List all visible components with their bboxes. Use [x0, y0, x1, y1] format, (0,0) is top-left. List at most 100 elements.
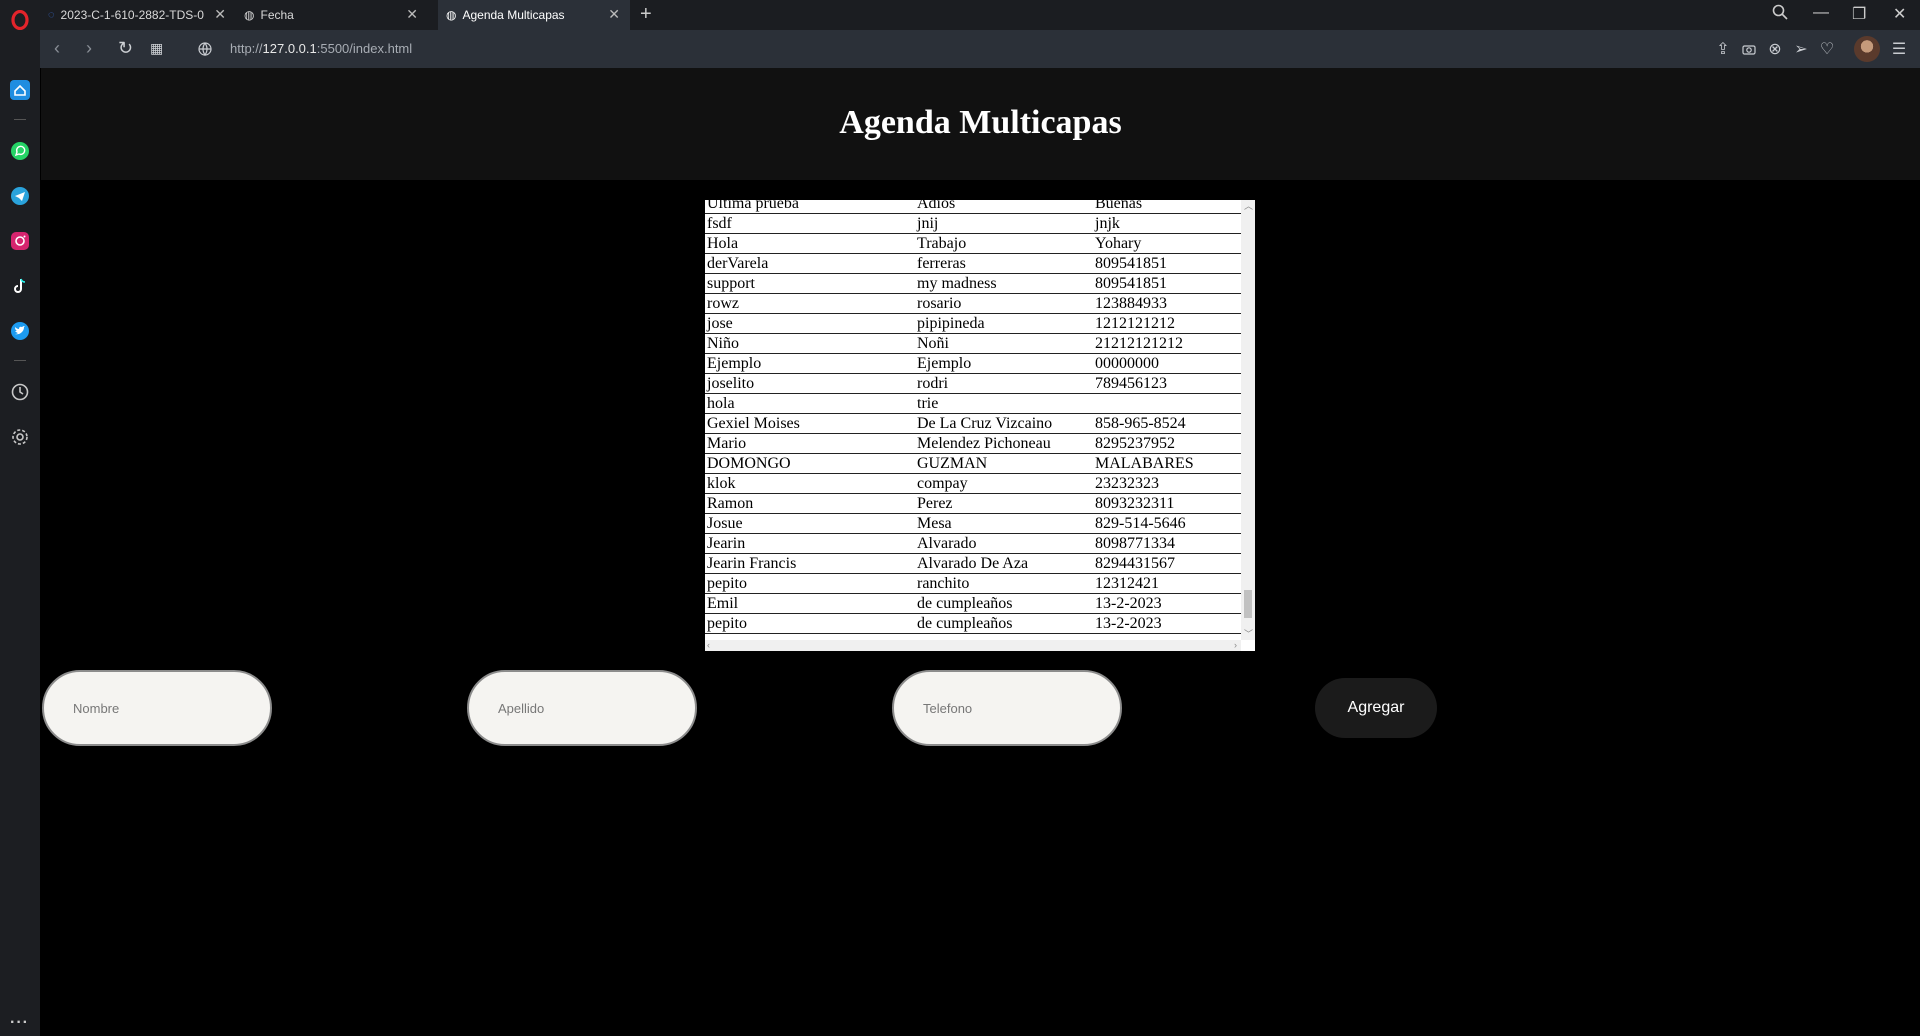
twitter-icon[interactable] [8, 319, 32, 343]
apellido-cell: ranchito [917, 575, 970, 592]
globe-icon[interactable] [195, 39, 215, 59]
scroll-up-icon[interactable]: ︿ [1244, 202, 1253, 211]
table-row: Ultima prueba Adios Buenas [705, 200, 1241, 214]
apellido-cell: de cumpleaños [917, 595, 1013, 612]
telefono-cell: 8295237952 [1095, 435, 1175, 452]
apellido-cell: GUZMAN [917, 455, 988, 472]
close-tab-icon[interactable]: ✕ [406, 7, 418, 21]
telefono-cell: 12312421 [1095, 575, 1159, 592]
nombre-cell: Gexiel Moises [707, 415, 800, 432]
url-field[interactable]: http://127.0.0.1:5500/index.html [230, 41, 412, 56]
telefono-cell: 8093232311 [1095, 495, 1175, 512]
nombre-cell: Mario [707, 435, 747, 452]
telefono-cell: 1212121212 [1095, 315, 1175, 332]
telefono-input[interactable] [892, 670, 1122, 746]
tab-3-active[interactable]: ◍ Agenda Multicapas ✕ [438, 0, 630, 30]
telefono-cell: 829-514-5646 [1095, 515, 1186, 532]
url-prefix: http:// [230, 41, 263, 56]
table-row: Emil de cumpleaños 13-2-2023 [705, 594, 1241, 614]
minimize-button[interactable]: — [1813, 4, 1829, 22]
agregar-button[interactable]: Agregar [1315, 678, 1437, 738]
history-icon[interactable] [8, 380, 32, 404]
apellido-cell: Adios [917, 200, 956, 212]
telegram-icon[interactable] [8, 184, 32, 208]
table-row: Josue Mesa 829-514-5646 [705, 514, 1241, 534]
close-window-button[interactable]: ✕ [1893, 4, 1906, 24]
nombre-cell: rowz [707, 295, 739, 312]
scroll-left-icon[interactable]: ‹ [707, 641, 710, 650]
telefono-cell: 123884933 [1095, 295, 1167, 312]
nombre-cell: pepito [707, 575, 747, 592]
scrollbar-thumb[interactable] [1244, 590, 1252, 618]
speed-dial-icon[interactable]: ▦ [150, 39, 163, 57]
nombre-cell: Jearin [707, 535, 746, 552]
telefono-cell: Buenas [1095, 200, 1143, 212]
back-button[interactable]: ‹ [54, 39, 60, 57]
page-header: Agenda Multicapas [41, 68, 1920, 180]
telefono-cell: 13-2-2023 [1095, 615, 1162, 632]
tab-1[interactable]: ◌ 2023-C-1-610-2882-TDS-0 ✕ [40, 0, 236, 30]
apellido-cell: De La Cruz Vizcaino [917, 415, 1053, 432]
contacts-table-scroll[interactable]: Ultima prueba Adios Buenas fsdf jnij jnjk Hola… [705, 200, 1255, 651]
home-icon[interactable] [8, 78, 32, 102]
adblock-icon[interactable]: ⊗ [1765, 39, 1785, 59]
scroll-down-icon[interactable]: ﹀ [1244, 630, 1253, 639]
tab-title: Agenda Multicapas [462, 8, 565, 22]
avatar[interactable] [1854, 36, 1880, 62]
easy-setup-icon[interactable]: ☰ [1889, 39, 1909, 59]
url-host: 127.0.0.1 [262, 41, 317, 56]
apellido-cell: de cumpleaños [917, 615, 1013, 632]
table-row: Ramon Perez 8093232311 [705, 494, 1241, 514]
nombre-cell: fsdf [707, 215, 732, 232]
table-row: Niño Noñi 21212121212 [705, 334, 1241, 354]
nombre-cell: hola [707, 395, 735, 412]
telefono-cell: 00000000 [1095, 355, 1159, 372]
opera-sidebar: ··· [0, 0, 41, 1036]
apellido-cell: Ejemplo [917, 355, 972, 372]
heart-icon[interactable]: ♡ [1817, 39, 1837, 59]
table-row: Gexiel Moises De La Cruz Vizcaino 858-965-… [705, 414, 1241, 434]
restore-button[interactable]: ❐ [1852, 4, 1866, 24]
page-content: Agenda Multicapas Ultima prueba Adios Buen… [41, 68, 1920, 1036]
instagram-icon[interactable] [8, 229, 32, 253]
close-tab-icon[interactable]: ✕ [608, 7, 620, 21]
new-tab-button[interactable]: + [640, 4, 652, 24]
telefono-cell: 23232323 [1095, 475, 1159, 492]
horizontal-scrollbar[interactable]: ‹ › [705, 640, 1241, 651]
opera-logo-icon[interactable] [8, 8, 32, 32]
more-options-icon[interactable]: ··· [10, 1014, 29, 1032]
send-icon[interactable]: ➢ [1791, 39, 1811, 59]
camera-icon[interactable] [1739, 39, 1759, 59]
table-row: fsdf jnij jnjk [705, 214, 1241, 234]
vertical-scrollbar[interactable]: ︿ ﹀ [1241, 200, 1255, 640]
apellido-cell: pipipineda [917, 315, 985, 332]
nombre-input[interactable] [42, 670, 272, 746]
nombre-cell: joselito [707, 375, 755, 392]
table-row: support my madness 809541851 [705, 274, 1241, 294]
forward-button[interactable]: › [86, 39, 92, 57]
telefono-cell: 13-2-2023 [1095, 595, 1162, 612]
settings-icon[interactable] [8, 425, 32, 449]
tab-2[interactable]: ◍ Fecha ✕ [236, 0, 428, 30]
table-row: joselito rodri 789456123 [705, 374, 1241, 394]
contacts-table: Ultima prueba Adios Buenas fsdf jnij jnjk Hola… [705, 200, 1241, 634]
telefono-cell: 21212121212 [1095, 335, 1183, 352]
apellido-cell: trie [917, 395, 939, 412]
apellido-cell: jnij [917, 215, 939, 232]
reload-icon[interactable]: ↻ [118, 39, 133, 57]
search-tabs-icon[interactable] [1772, 4, 1788, 25]
tiktok-icon[interactable] [8, 274, 32, 298]
close-tab-icon[interactable]: ✕ [214, 7, 226, 21]
whatsapp-icon[interactable] [8, 139, 32, 163]
telefono-cell: 858-965-8524 [1095, 415, 1186, 432]
nombre-cell: jose [707, 315, 733, 332]
nombre-cell: Ultima prueba [707, 200, 799, 212]
apellido-cell: Noñi [917, 335, 949, 352]
share-icon[interactable]: ⇪ [1713, 39, 1733, 59]
nombre-cell: Ramon [707, 495, 754, 512]
table-row: DOMONGO GUZMAN MALABARES [705, 454, 1241, 474]
scroll-right-icon[interactable]: › [1234, 641, 1237, 650]
apellido-cell: Perez [917, 495, 953, 512]
sidebar-divider [14, 360, 26, 361]
apellido-input[interactable] [467, 670, 697, 746]
